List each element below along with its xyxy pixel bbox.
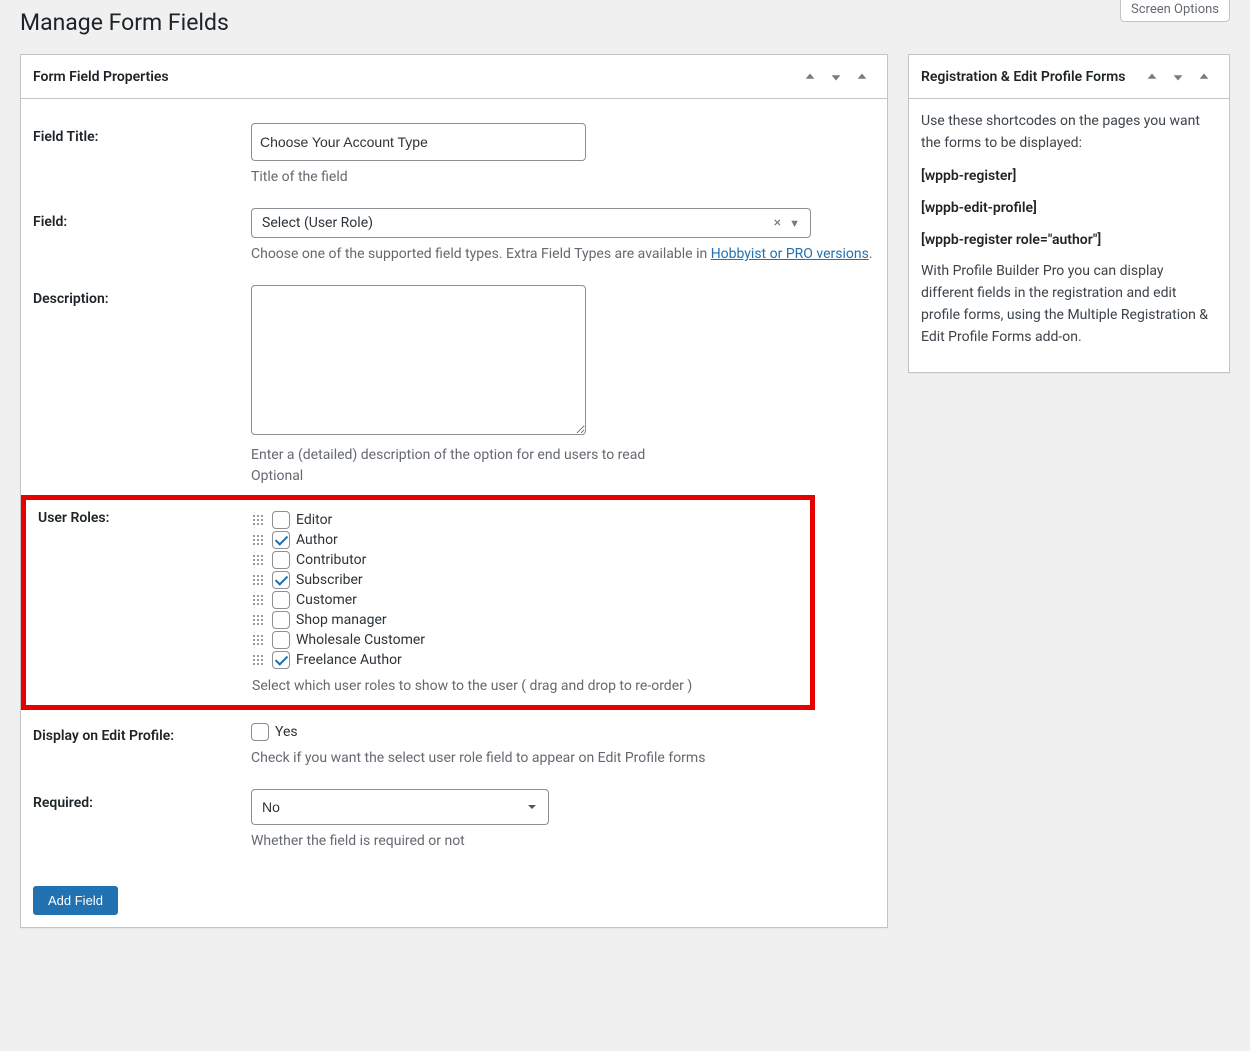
user-role-label: Subscriber [296, 572, 363, 588]
user-role-label: Freelance Author [296, 652, 402, 668]
user-role-item: Customer [252, 590, 798, 610]
screen-options-button[interactable]: Screen Options [1120, 0, 1230, 22]
user-role-label: Customer [296, 592, 357, 608]
user-role-item: Wholesale Customer [252, 630, 798, 650]
user-role-label: Shop manager [296, 612, 387, 628]
user-role-item: Contributor [252, 550, 798, 570]
side-outro: With Profile Builder Pro you can display… [921, 261, 1217, 348]
user-role-checkbox[interactable] [272, 551, 290, 569]
display-edit-profile-label: Display on Edit Profile: [33, 722, 251, 769]
field-type-select[interactable]: Select (User Role) × ▼ [251, 208, 811, 238]
clear-icon[interactable]: × [774, 215, 781, 231]
move-up-icon[interactable] [1139, 70, 1165, 84]
user-role-checkbox[interactable] [272, 631, 290, 649]
user-role-item: Freelance Author [252, 650, 798, 670]
toggle-panel-icon[interactable] [1191, 70, 1217, 84]
registration-forms-panel: Registration & Edit Profile Forms Use th… [908, 54, 1230, 373]
required-help: Whether the field is required or not [251, 831, 875, 852]
versions-link[interactable]: Hobbyist or PRO versions [711, 246, 869, 262]
move-up-icon[interactable] [797, 70, 823, 84]
shortcode: [wppb-register] [921, 166, 1217, 188]
user-role-item: Subscriber [252, 570, 798, 590]
user-role-item: Shop manager [252, 610, 798, 630]
user-roles-highlight: User Roles: Editor Author Contributor Subsc… [21, 495, 815, 710]
drag-handle-icon[interactable] [252, 654, 264, 666]
user-roles-help: Select which user roles to show to the u… [252, 676, 798, 697]
user-role-checkbox[interactable] [272, 651, 290, 669]
user-role-label: Author [296, 532, 338, 548]
side-intro: Use these shortcodes on the pages you wa… [921, 111, 1217, 154]
user-role-label: Wholesale Customer [296, 632, 425, 648]
required-select[interactable]: No [251, 789, 549, 825]
drag-handle-icon[interactable] [252, 614, 264, 626]
field-type-help: Choose one of the supported field types.… [251, 244, 875, 265]
drag-handle-icon[interactable] [252, 534, 264, 546]
drag-handle-icon[interactable] [252, 634, 264, 646]
move-down-icon[interactable] [1165, 70, 1191, 84]
page-title: Manage Form Fields [20, 0, 1230, 40]
display-edit-profile-help: Check if you want the select user role f… [251, 748, 875, 769]
user-role-checkbox[interactable] [272, 591, 290, 609]
field-type-value: Select (User Role) [262, 215, 774, 231]
display-edit-profile-checkbox[interactable] [251, 723, 269, 741]
user-roles-list: Editor Author Contributor Subscriber Custome… [252, 510, 798, 670]
user-role-checkbox[interactable] [272, 511, 290, 529]
drag-handle-icon[interactable] [252, 594, 264, 606]
required-label: Required: [33, 789, 251, 852]
add-field-button[interactable]: Add Field [33, 886, 118, 915]
field-title-input[interactable] [251, 123, 586, 161]
display-edit-profile-option: Yes [275, 724, 298, 740]
description-textarea[interactable] [251, 285, 586, 435]
drag-handle-icon[interactable] [252, 514, 264, 526]
field-type-label: Field: [33, 208, 251, 265]
shortcode: [wppb-register role="author"] [921, 230, 1217, 252]
toggle-panel-icon[interactable] [849, 70, 875, 84]
move-down-icon[interactable] [823, 70, 849, 84]
field-title-help: Title of the field [251, 167, 875, 188]
drag-handle-icon[interactable] [252, 554, 264, 566]
chevron-down-icon: ▼ [789, 217, 800, 230]
user-roles-label: User Roles: [38, 510, 252, 697]
side-panel-title: Registration & Edit Profile Forms [921, 69, 1139, 85]
user-role-checkbox[interactable] [272, 531, 290, 549]
user-role-label: Editor [296, 512, 332, 528]
panel-title: Form Field Properties [33, 69, 797, 85]
user-role-item: Editor [252, 510, 798, 530]
user-role-checkbox[interactable] [272, 611, 290, 629]
description-label: Description: [33, 285, 251, 487]
description-help: Enter a (detailed) description of the op… [251, 445, 875, 487]
drag-handle-icon[interactable] [252, 574, 264, 586]
user-role-label: Contributor [296, 552, 366, 568]
user-role-item: Author [252, 530, 798, 550]
form-field-properties-panel: Form Field Properties Field Title: Title… [20, 54, 888, 928]
user-role-checkbox[interactable] [272, 571, 290, 589]
shortcode: [wppb-edit-profile] [921, 198, 1217, 220]
field-title-label: Field Title: [33, 123, 251, 188]
